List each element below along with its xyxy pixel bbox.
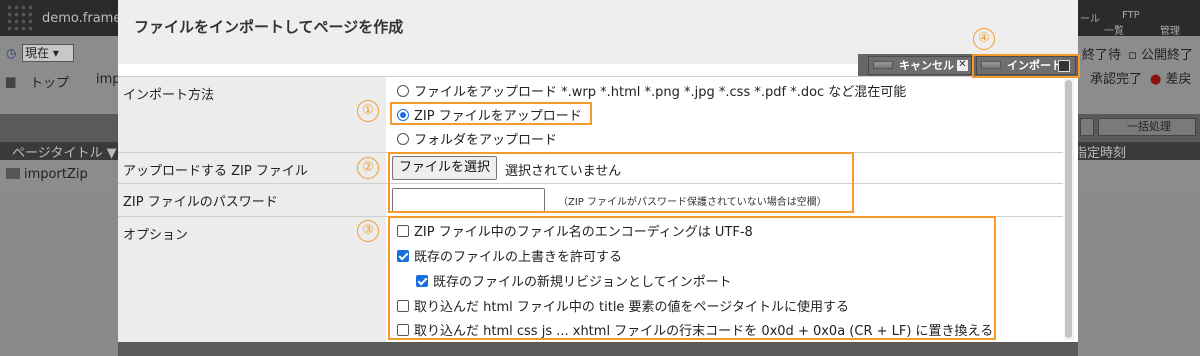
top-tab-ftp: FTP — [1122, 10, 1140, 21]
status-waiting: 終了待 — [1082, 48, 1122, 63]
bulk-action-button: 一括処理 — [1098, 118, 1196, 136]
column-scheduled: 指定時刻 — [1074, 146, 1127, 161]
radio-upload-folder[interactable]: フォルダをアップロード — [397, 129, 557, 148]
zip-file-label: アップロードする ZIP ファイル — [123, 164, 308, 179]
step-marker-1: ① — [357, 100, 379, 122]
highlight-options — [388, 216, 996, 340]
app-logo-icon — [6, 4, 34, 32]
dialog-footer — [118, 342, 1078, 356]
zip-password-label: ZIP ファイルのパスワード — [123, 195, 278, 210]
cancel-label: キャンセル — [899, 59, 954, 72]
row-name: importZip — [24, 167, 88, 182]
radio-button[interactable] — [397, 84, 409, 97]
cancel-button[interactable]: キャンセル ✕ — [868, 56, 972, 75]
step-marker-2: ② — [357, 157, 379, 179]
status-public-end: ▫ 公開終了 — [1128, 48, 1193, 63]
time-select-value: 現在 — [25, 46, 50, 60]
folder-icon — [6, 168, 20, 179]
clock-icon: ◷ — [6, 46, 17, 60]
dialog-toolbar: キャンセル ✕ インポート — [118, 54, 1078, 76]
options-label: オプション — [123, 228, 189, 243]
status-public-end-label: 公開終了 — [1140, 48, 1193, 63]
radio-upload-files[interactable]: ファイルをアップロード *.wrp *.html *.png *.jpg *.c… — [397, 81, 906, 100]
column-page-title: ページタイトル ▼ — [12, 146, 117, 161]
status-returned-label: 差戻 — [1165, 72, 1192, 87]
close-icon: ✕ — [957, 59, 968, 71]
red-dot-icon: ● — [1150, 72, 1162, 87]
breadcrumb-top: トップ — [30, 76, 70, 91]
button-bar-icon — [873, 61, 893, 69]
top-tab-mail-sub: 一覧 — [1104, 26, 1124, 37]
status-approved: 承認完了 — [1090, 72, 1143, 87]
top-tab-ftp-sub: 管理 — [1160, 26, 1180, 37]
step-marker-3: ③ — [357, 220, 379, 242]
highlight-zip-radio — [390, 102, 592, 125]
dialog-title: ファイルをインポートしてページを作成 — [134, 18, 404, 36]
radio-upload-files-label: ファイルをアップロード *.wrp *.html *.png *.jpg *.c… — [414, 85, 907, 100]
time-select: 現在 ▾ — [22, 44, 74, 62]
breadcrumb-current: imp — [96, 72, 121, 87]
folder-icon: ▆ — [6, 74, 16, 88]
radio-button[interactable] — [397, 132, 409, 145]
scrollbar-thumb[interactable] — [1065, 80, 1072, 338]
status-returned: ● 差戻 — [1150, 68, 1192, 87]
step-marker-4: ④ — [973, 28, 995, 50]
highlight-import-button — [972, 54, 1080, 78]
bulk-prev-button — [1080, 118, 1094, 136]
site-name: demo.frame — [42, 11, 122, 26]
import-method-label: インポート方法 — [123, 88, 215, 103]
divider — [118, 76, 1063, 77]
highlight-file-fields — [388, 152, 854, 213]
top-tab-mail: ール — [1080, 14, 1100, 25]
radio-upload-folder-label: フォルダをアップロード — [414, 133, 558, 148]
